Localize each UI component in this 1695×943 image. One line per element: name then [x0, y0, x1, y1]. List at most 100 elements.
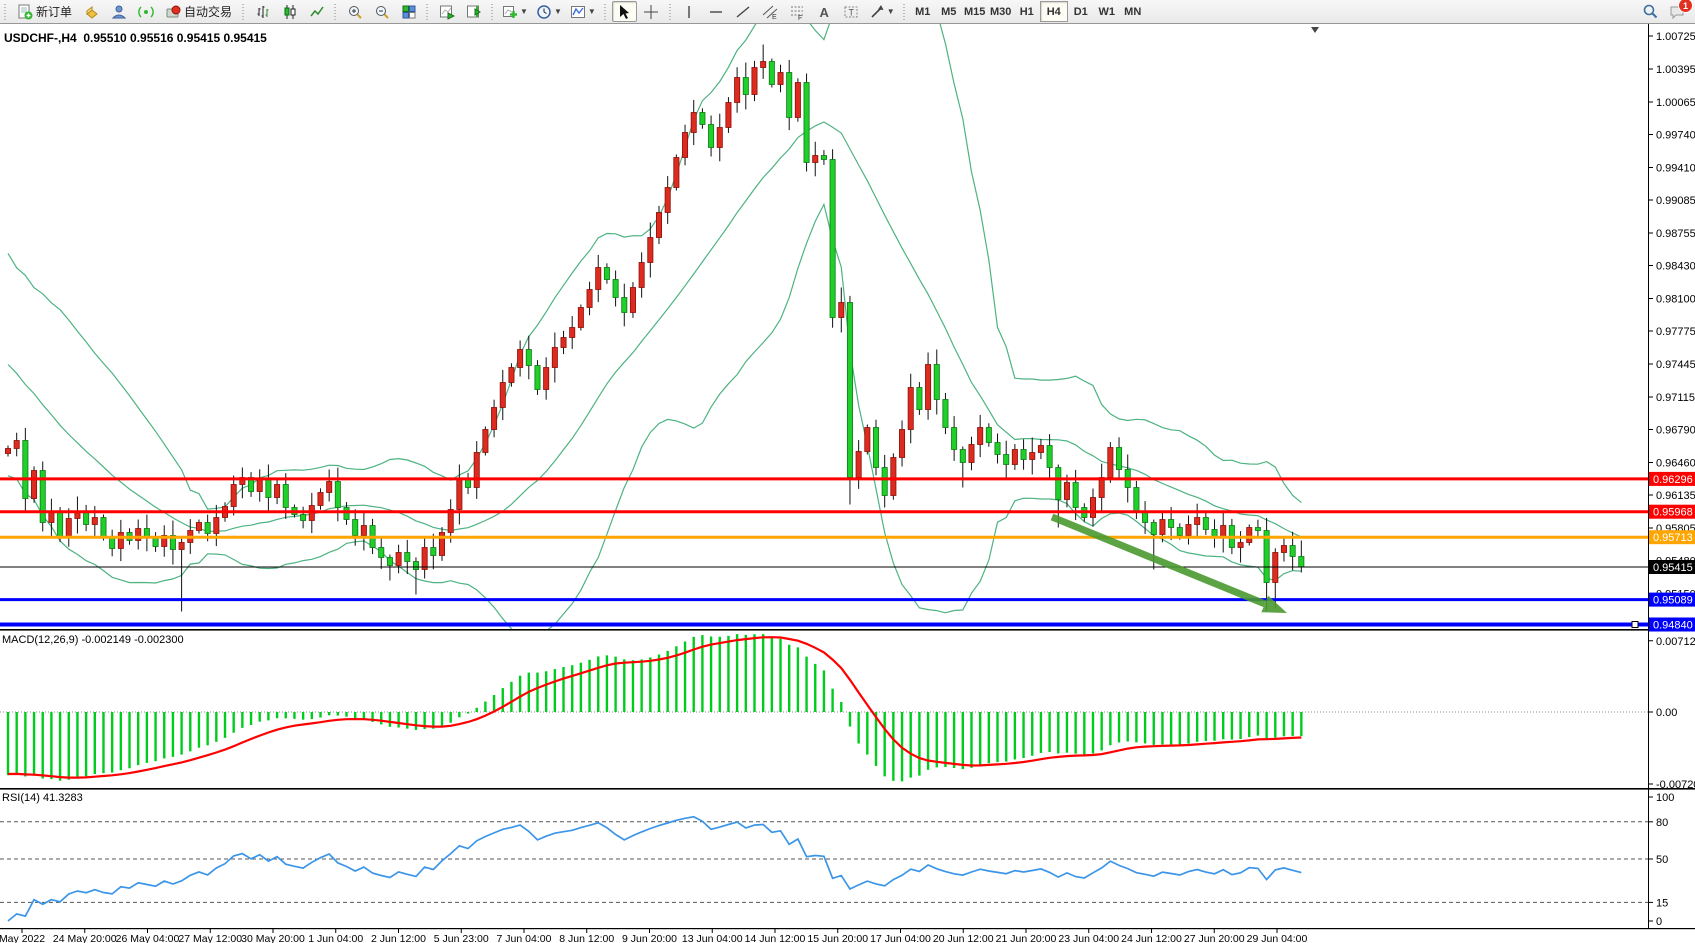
periods-button[interactable]: ▼	[533, 1, 565, 22]
pane-separator[interactable]	[0, 928, 1695, 929]
rsi-axis-label: 80	[1656, 817, 1668, 829]
candle-body	[578, 308, 583, 328]
candle-body	[656, 213, 661, 238]
person-icon	[111, 4, 127, 20]
cursor-tool[interactable]	[612, 1, 637, 22]
text-tool[interactable]: A	[812, 1, 837, 22]
trendline-tool[interactable]	[731, 1, 756, 22]
gold-bar-button[interactable]	[79, 1, 104, 22]
candle-body	[196, 523, 201, 531]
date-tick-label: 14 Jun 12:00	[745, 933, 806, 943]
candle-body	[995, 443, 1000, 455]
line-chart-button[interactable]	[304, 1, 329, 22]
signal-button[interactable]	[133, 1, 158, 22]
candle-body	[674, 158, 679, 188]
candle-body	[943, 400, 948, 428]
price-tick-label: 0.96460	[1656, 458, 1695, 470]
candle-body	[344, 508, 349, 520]
new-order-button[interactable]: 新订单	[12, 1, 77, 22]
trendline-icon	[735, 4, 751, 20]
tab-timeframe-m15[interactable]: M15	[962, 2, 988, 21]
rsi-axis-label: 15	[1656, 897, 1668, 909]
candle-body	[908, 388, 913, 430]
date-tick-label: 23 Jun 04:00	[1058, 933, 1119, 943]
price-tick-label: 0.97445	[1656, 359, 1695, 371]
candle-body	[31, 471, 36, 499]
horizontal-line-tool[interactable]	[704, 1, 729, 22]
price-tick-label: 1.00395	[1656, 64, 1695, 76]
auto-trading-button[interactable]: 自动交易	[160, 1, 237, 22]
candle-body	[865, 428, 870, 452]
candle-body	[1169, 520, 1174, 528]
candle-body	[518, 350, 523, 368]
chart-title: USDCHF-,H4 0.95510 0.95516 0.95415 0.954…	[4, 31, 267, 45]
date-tick-label: 27 May 12:00	[178, 933, 242, 943]
search-button[interactable]	[1638, 1, 1663, 22]
candle-body	[596, 268, 601, 290]
templates-button[interactable]: ▼	[567, 1, 599, 22]
tab-timeframe-m5[interactable]: M5	[936, 2, 962, 21]
candle-body	[66, 519, 71, 537]
date-tick-label: 9 Jun 20:00	[622, 933, 677, 943]
equidistant-channel-tool[interactable]: E	[758, 1, 783, 22]
candle-body	[1160, 520, 1165, 535]
pane-separator[interactable]	[0, 788, 1695, 790]
tab-timeframe-mn[interactable]: MN	[1120, 2, 1146, 21]
bar-chart-button[interactable]	[250, 1, 275, 22]
candle-body	[726, 103, 731, 128]
vertical-line-tool[interactable]	[677, 1, 702, 22]
candle-body	[769, 62, 774, 85]
arrows-tool[interactable]: ▼	[866, 1, 898, 22]
crosshair-tool[interactable]	[639, 1, 664, 22]
date-tick-label: 2 Jun 12:00	[371, 933, 426, 943]
candle-body	[613, 280, 618, 298]
level-selection-handle[interactable]	[1632, 622, 1638, 628]
date-tick-label: 26 May 04:00	[116, 933, 180, 943]
price-level-badge-text: 0.96296	[1653, 474, 1693, 486]
candle-body	[379, 548, 384, 558]
tab-timeframe-m30[interactable]: M30	[988, 2, 1014, 21]
zoom-out-icon	[374, 4, 390, 20]
tab-timeframe-h1[interactable]: H1	[1014, 2, 1040, 21]
auto-scroll-icon	[439, 4, 455, 20]
toolbar-grip	[901, 4, 908, 20]
chart-area[interactable]: 1.007251.003951.000650.997400.994100.990…	[0, 24, 1695, 943]
candle-body	[630, 288, 635, 313]
tab-timeframe-m1[interactable]: M1	[910, 2, 936, 21]
pane-separator[interactable]	[0, 629, 1695, 631]
candle-body	[5, 449, 10, 454]
candle-body	[1195, 518, 1200, 525]
candle-body	[882, 468, 887, 496]
auto-scroll-button[interactable]	[434, 1, 459, 22]
zoom-out-button[interactable]	[369, 1, 394, 22]
candle-body	[353, 520, 358, 536]
price-tick-label: 0.98430	[1656, 261, 1695, 273]
tile-windows-button[interactable]	[396, 1, 421, 22]
candle-body	[318, 493, 323, 506]
chevron-down-icon: ▼	[554, 7, 562, 16]
clock-icon	[536, 4, 552, 20]
date-tick-label: 7 Jun 04:00	[497, 933, 552, 943]
bollinger-upper-band	[8, 24, 1301, 509]
candle-body	[787, 73, 792, 118]
indicators-button[interactable]: ▼	[499, 1, 531, 22]
fibonacci-tool[interactable]: F	[785, 1, 810, 22]
accounts-button[interactable]	[106, 1, 131, 22]
chevron-down-icon: ▼	[520, 7, 528, 16]
notifications-button[interactable]: 1	[1665, 1, 1690, 22]
candle-body	[1064, 483, 1069, 500]
tab-timeframe-w1[interactable]: W1	[1094, 2, 1120, 21]
zoom-in-button[interactable]	[342, 1, 367, 22]
candle-body	[691, 113, 696, 133]
candlestick-chart-button[interactable]	[277, 1, 302, 22]
tab-timeframe-h4[interactable]: H4	[1040, 1, 1068, 22]
auto-trading-icon	[165, 4, 181, 20]
text-label-tool[interactable]: T	[839, 1, 864, 22]
candle-body	[839, 303, 844, 318]
candle-body	[1099, 478, 1104, 498]
chart-shift-button[interactable]	[461, 1, 486, 22]
tab-timeframe-d1[interactable]: D1	[1068, 2, 1094, 21]
candle-body	[648, 238, 653, 263]
candle-body	[735, 78, 740, 103]
candle-body	[986, 428, 991, 443]
